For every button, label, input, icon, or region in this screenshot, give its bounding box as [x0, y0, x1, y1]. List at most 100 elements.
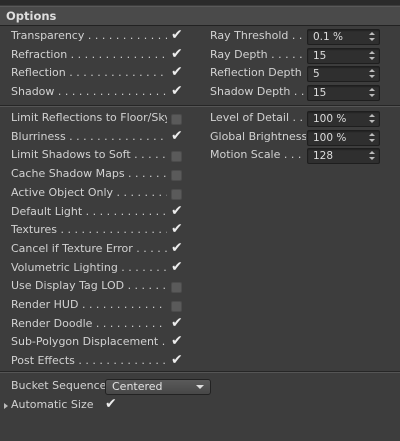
options-section-header: Options	[0, 6, 400, 26]
post-effects-checkbox[interactable]: ✔	[171, 353, 183, 367]
shadow-row: Shadow . . . . . . . . . . . . . . . . .…	[11, 84, 185, 100]
active-object-only-label: Active Object Only . . . . . . . .	[11, 185, 167, 199]
automatic-size-label: Automatic Size	[11, 398, 94, 411]
blurriness-label: Blurriness . . . . . . . . . . . . . . .	[11, 129, 167, 143]
limit-shadows-to-soft-checkbox[interactable]	[171, 151, 182, 163]
limit-shadows-to-soft-row: Limit Shadows to Soft . . . . . .	[11, 147, 185, 163]
automatic-size-checkbox[interactable]: ✔	[105, 397, 117, 411]
render-doodle-label: Render Doodle . . . . . . . . . . . .	[11, 316, 167, 330]
volumetric-lighting-checkbox[interactable]: ✔	[171, 260, 183, 274]
render-doodle-row: Render Doodle . . . . . . . . . . . . ✔	[11, 316, 185, 332]
stepper-arrows-icon[interactable]	[369, 113, 375, 125]
cancel-if-texture-error-row: Cancel if Texture Error . . . . . ✔	[11, 241, 185, 257]
level-of-detail-value: 100 %	[313, 113, 347, 125]
sub-polygon-displacement-checkbox[interactable]: ✔	[171, 334, 183, 348]
render-hud-label: Render HUD . . . . . . . . . . . . . .	[11, 298, 167, 311]
volumetric-lighting-row: Volumetric Lighting . . . . . . . . . ✔	[11, 260, 185, 276]
group-divider	[0, 105, 400, 107]
use-display-tag-lod-checkbox[interactable]	[171, 282, 182, 294]
shadow-label: Shadow . . . . . . . . . . . . . . . . .	[11, 85, 167, 99]
bucket-sequence-label: Bucket Sequence	[11, 379, 107, 392]
stepper-arrows-icon[interactable]	[369, 68, 375, 80]
post-effects-row: Post Effects . . . . . . . . . . . . . ✔	[11, 353, 185, 369]
cache-shadow-maps-row: Cache Shadow Maps . . . . . . . .	[11, 166, 185, 182]
stepper-arrows-icon[interactable]	[369, 150, 375, 162]
cache-shadow-maps-label: Cache Shadow Maps . . . . . . . .	[11, 167, 167, 181]
bucket-sequence-dropdown[interactable]: Centered	[105, 379, 211, 395]
ray-depth-value: 15	[313, 49, 327, 62]
refraction-checkbox[interactable]: ✔	[171, 47, 183, 61]
global-brightness-input[interactable]: 100 %	[307, 129, 380, 146]
limit-reflections-to-floor-sky-label: Limit Reflections to Floor/Sky	[11, 111, 167, 124]
options-title: Options	[6, 9, 57, 23]
limit-reflections-to-floor-sky-row: Limit Reflections to Floor/Sky	[11, 110, 185, 126]
motion-scale-input[interactable]: 128	[307, 148, 380, 165]
shadow-depth-row: Shadow Depth . . . 15	[210, 84, 390, 102]
reflection-depth-row: Reflection Depth 5	[210, 65, 390, 83]
transparency-checkbox[interactable]: ✔	[171, 28, 183, 42]
blurriness-row: Blurriness . . . . . . . . . . . . . . .…	[11, 129, 185, 145]
textures-checkbox[interactable]: ✔	[171, 222, 183, 236]
motion-scale-row: Motion Scale . . . . 128	[210, 147, 390, 165]
motion-scale-value: 128	[313, 150, 334, 163]
level-of-detail-row: Level of Detail . . . 100 %	[210, 110, 390, 127]
ray-depth-input[interactable]: 15	[307, 47, 380, 64]
use-display-tag-lod-label: Use Display Tag LOD . . . . . . .	[11, 279, 167, 293]
cancel-if-texture-error-label: Cancel if Texture Error . . . . .	[11, 241, 167, 255]
textures-label: Textures . . . . . . . . . . . . . . . .…	[11, 223, 167, 237]
ray-threshold-value: 0.1 %	[313, 31, 344, 43]
reflection-label: Reflection . . . . . . . . . . . . . . .	[11, 66, 167, 80]
active-object-only-checkbox[interactable]	[171, 188, 182, 200]
shadow-depth-input[interactable]: 15	[307, 85, 380, 102]
sub-polygon-displacement-row: Sub-Polygon Displacement . . ✔	[11, 334, 185, 350]
volumetric-lighting-label: Volumetric Lighting . . . . . . . . .	[11, 260, 167, 274]
blurriness-checkbox[interactable]: ✔	[171, 129, 183, 143]
active-object-only-row: Active Object Only . . . . . . . .	[11, 185, 185, 201]
reflection-row: Reflection . . . . . . . . . . . . . . .…	[11, 65, 185, 81]
limit-reflections-to-floor-sky-checkbox[interactable]	[171, 114, 182, 125]
default-light-label: Default Light . . . . . . . . . . . . . …	[11, 204, 167, 218]
render-doodle-checkbox[interactable]: ✔	[171, 316, 183, 330]
level-of-detail-label: Level of Detail . . .	[210, 111, 306, 124]
sub-polygon-displacement-label: Sub-Polygon Displacement . .	[11, 335, 167, 349]
bucket-divider	[0, 371, 400, 373]
ray-depth-label: Ray Depth . . . . . .	[210, 47, 306, 61]
chevron-down-icon	[196, 385, 204, 389]
use-display-tag-lod-row: Use Display Tag LOD . . . . . . .	[11, 278, 185, 294]
cancel-if-texture-error-checkbox[interactable]: ✔	[171, 241, 183, 255]
motion-scale-label: Motion Scale . . . .	[210, 148, 306, 162]
automatic-size-row: Automatic Size ✔	[11, 397, 121, 413]
render-hud-checkbox[interactable]	[171, 301, 182, 312]
bucket-sequence-value: Centered	[112, 380, 163, 393]
stepper-arrows-icon[interactable]	[369, 31, 375, 43]
default-light-row: Default Light . . . . . . . . . . . . . …	[11, 204, 185, 220]
post-effects-label: Post Effects . . . . . . . . . . . . .	[11, 354, 166, 368]
global-brightness-label: Global Brightness	[210, 129, 306, 143]
expand-triangle-icon[interactable]	[4, 403, 8, 409]
ray-threshold-label: Ray Threshold . . .	[210, 29, 306, 42]
render-hud-row: Render HUD . . . . . . . . . . . . . .	[11, 297, 185, 313]
cache-shadow-maps-checkbox[interactable]	[171, 170, 182, 182]
refraction-row: Refraction . . . . . . . . . . . . . . .…	[11, 47, 185, 63]
reflection-depth-input[interactable]: 5	[307, 66, 380, 83]
reflection-depth-label: Reflection Depth	[210, 66, 302, 80]
level-of-detail-input[interactable]: 100 %	[307, 111, 380, 127]
reflection-depth-value: 5	[313, 68, 320, 81]
ray-threshold-row: Ray Threshold . . . 0.1 %	[210, 28, 390, 45]
textures-row: Textures . . . . . . . . . . . . . . . .…	[11, 222, 185, 238]
stepper-arrows-icon[interactable]	[369, 87, 375, 99]
stepper-arrows-icon[interactable]	[369, 132, 375, 144]
ray-depth-row: Ray Depth . . . . . . 15	[210, 47, 390, 64]
stepper-arrows-icon[interactable]	[369, 50, 375, 62]
reflection-checkbox[interactable]: ✔	[171, 65, 183, 79]
shadow-checkbox[interactable]: ✔	[171, 84, 183, 98]
ray-threshold-input[interactable]: 0.1 %	[307, 29, 380, 45]
top-strip	[0, 0, 400, 5]
global-brightness-row: Global Brightness 100 %	[210, 129, 390, 146]
transparency-label: Transparency . . . . . . . . . . . .	[11, 29, 167, 42]
refraction-label: Refraction . . . . . . . . . . . . . . .	[11, 47, 167, 61]
limit-shadows-to-soft-label: Limit Shadows to Soft . . . . . .	[11, 148, 167, 162]
default-light-checkbox[interactable]: ✔	[171, 204, 183, 218]
global-brightness-value: 100 %	[313, 131, 347, 144]
shadow-depth-label: Shadow Depth . . .	[210, 85, 306, 99]
